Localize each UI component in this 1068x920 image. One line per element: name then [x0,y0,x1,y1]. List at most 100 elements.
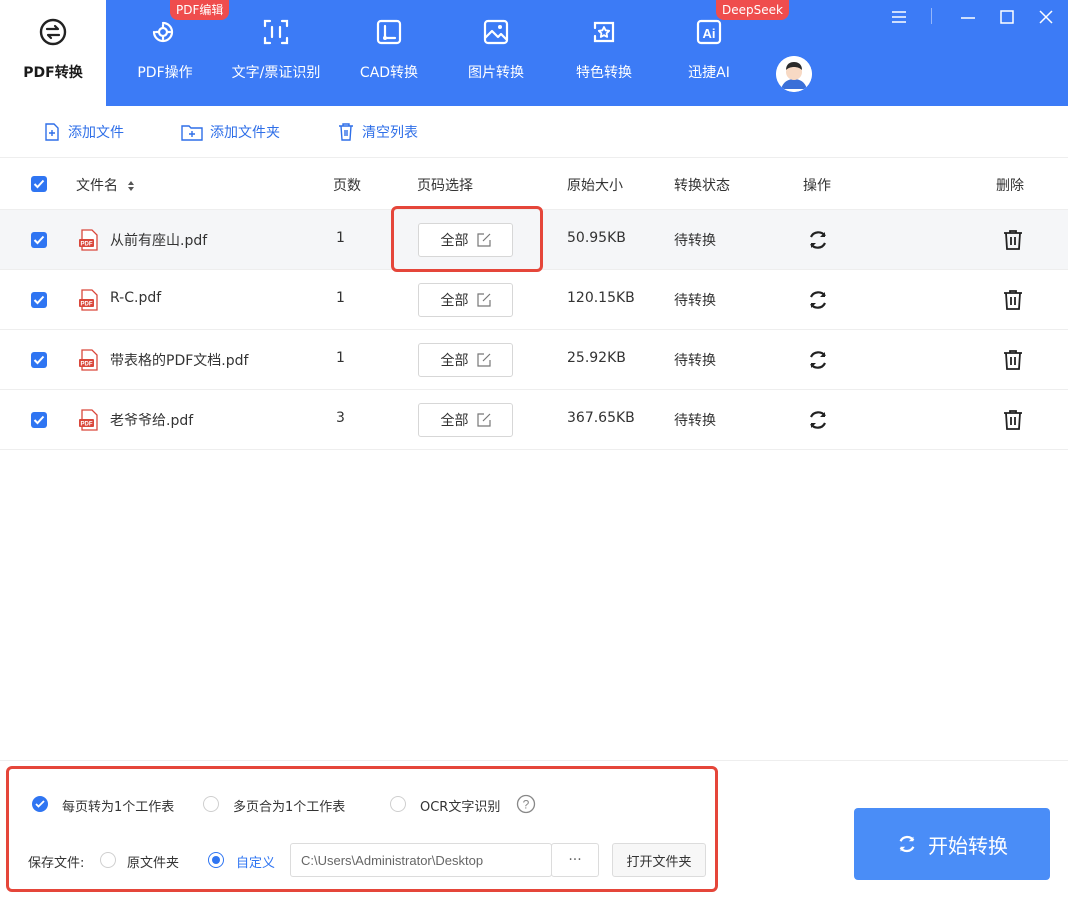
start-convert-label: 开始转换 [928,833,1008,858]
table-row[interactable]: PDF 带表格的PDF文档.pdf 1 全部 25.92KB 待转换 [0,330,1068,390]
option-ocr-label: OCR文字识别 [420,800,501,815]
minimize-icon [961,17,975,19]
radio-custom-folder[interactable] [208,852,224,868]
close-button[interactable] [1033,4,1059,30]
maximize-button[interactable] [994,4,1020,30]
table-header: 文件名 页数 页码选择 原始大小 转换状态 操作 删除 [0,158,1068,210]
sort-icon[interactable] [126,180,136,192]
convert-status: 待转换 [674,413,716,429]
header-delete: 删除 [996,178,1024,194]
svg-text:PDF: PDF [81,302,93,308]
custom-folder-label: 自定义 [236,856,276,871]
delete-row-icon[interactable] [1001,408,1025,432]
file-toolbar: 添加文件 添加文件夹 清空列表 [0,106,1068,158]
header-pages: 页数 [333,178,361,194]
radio-ocr[interactable] [390,796,406,812]
page-range-label: 全部 [440,413,469,429]
table-row[interactable]: PDF 老爷爷给.pdf 3 全部 367.65KB 待转换 [0,390,1068,450]
refresh-icon[interactable] [806,408,830,432]
option-merge-label: 多页合为1个工作表 [233,800,346,815]
header-size: 原始大小 [567,178,623,194]
edit-icon [476,233,491,247]
delete-row-icon[interactable] [1001,228,1025,252]
start-convert-button[interactable]: 开始转换 [854,808,1050,880]
nav-item-special[interactable]: 特色转换 [564,0,644,106]
file-name: 从前有座山.pdf [110,233,208,249]
page-count: 1 [336,290,345,306]
refresh-icon[interactable] [806,348,830,372]
page-range-label: 全部 [440,233,469,249]
original-folder-label: 原文件夹 [127,856,180,871]
save-path-input[interactable] [290,843,552,877]
table-row[interactable]: PDF 从前有座山.pdf 1 全部 50.95KB 待转换 [0,210,1068,270]
delete-row-icon[interactable] [1001,288,1025,312]
page-range-button[interactable]: 全部 [418,343,513,377]
user-avatar-icon [776,56,812,92]
trash-icon [339,123,353,141]
top-nav-bar: PDF转换 PDF操作 PDF编辑 文字/票证识别 CAD转换 图片转换 特色转… [0,0,1068,106]
add-folder-label: 添加文件夹 [210,125,280,141]
check-icon [35,800,45,808]
convert-status: 待转换 [674,353,716,369]
cad-icon [376,19,402,45]
browse-folder-button[interactable]: ··· [551,843,599,877]
radio-merge-sheet[interactable] [203,796,219,812]
close-icon [1039,10,1053,24]
menu-button[interactable] [886,4,912,30]
nav-item-ocr[interactable]: 文字/票证识别 [218,0,334,106]
check-icon [33,355,45,365]
page-range-label: 全部 [440,293,469,309]
radio-per-page-sheet[interactable] [32,796,48,812]
file-size: 120.15KB [567,290,635,306]
check-icon [33,295,45,305]
page-count: 1 [336,230,345,246]
nav-label-pdf-convert: PDF转换 [23,65,83,81]
pdf-file-icon: PDF [79,229,98,251]
row-checkbox[interactable] [31,292,47,308]
save-location-label: 保存文件: [28,856,85,871]
page-range-button[interactable]: 全部 [418,283,513,317]
nav-label-cad: CAD转换 [359,65,419,81]
row-checkbox[interactable] [31,232,47,248]
page-range-button[interactable]: 全部 [418,223,513,257]
add-folder-button[interactable]: 添加文件夹 [180,120,280,144]
header-filename[interactable]: 文件名 [76,175,136,195]
nav-item-cad[interactable]: CAD转换 [350,0,428,106]
file-size: 367.65KB [567,410,635,426]
avatar[interactable] [776,56,812,92]
svg-text:PDF: PDF [81,362,93,368]
edit-icon [476,413,491,427]
bottom-divider [0,760,1068,761]
radio-original-folder[interactable] [100,852,116,868]
row-checkbox[interactable] [31,352,47,368]
add-file-icon [45,123,59,141]
refresh-icon[interactable] [806,228,830,252]
edit-icon [476,353,491,367]
svg-text:PDF: PDF [81,242,93,248]
add-file-button[interactable]: 添加文件 [42,120,124,144]
nav-item-pdf-convert[interactable]: PDF转换 [0,0,106,106]
check-icon [33,179,45,189]
add-file-label: 添加文件 [68,125,124,141]
option-per-page-label: 每页转为1个工作表 [62,800,175,815]
deepseek-badge: DeepSeek [716,0,789,20]
convert-status: 待转换 [674,293,716,309]
table-row[interactable]: PDF R-C.pdf 1 全部 120.15KB 待转换 [0,270,1068,330]
select-all-checkbox[interactable] [31,176,47,192]
page-range-button[interactable]: 全部 [418,403,513,437]
pdf-file-icon: PDF [79,289,98,311]
image-icon [483,19,509,45]
help-icon[interactable]: ? [516,794,536,814]
row-checkbox[interactable] [31,412,47,428]
header-page-range: 页码选择 [417,178,473,194]
file-name: R-C.pdf [110,290,162,306]
nav-item-image[interactable]: 图片转换 [456,0,536,106]
refresh-icon[interactable] [806,288,830,312]
clear-list-button[interactable]: 清空列表 [336,120,418,144]
page-count: 1 [336,350,345,366]
file-name: 带表格的PDF文档.pdf [110,353,249,369]
minimize-button[interactable] [955,4,981,30]
page-range-label: 全部 [440,353,469,369]
delete-row-icon[interactable] [1001,348,1025,372]
open-folder-button[interactable]: 打开文件夹 [612,843,706,877]
